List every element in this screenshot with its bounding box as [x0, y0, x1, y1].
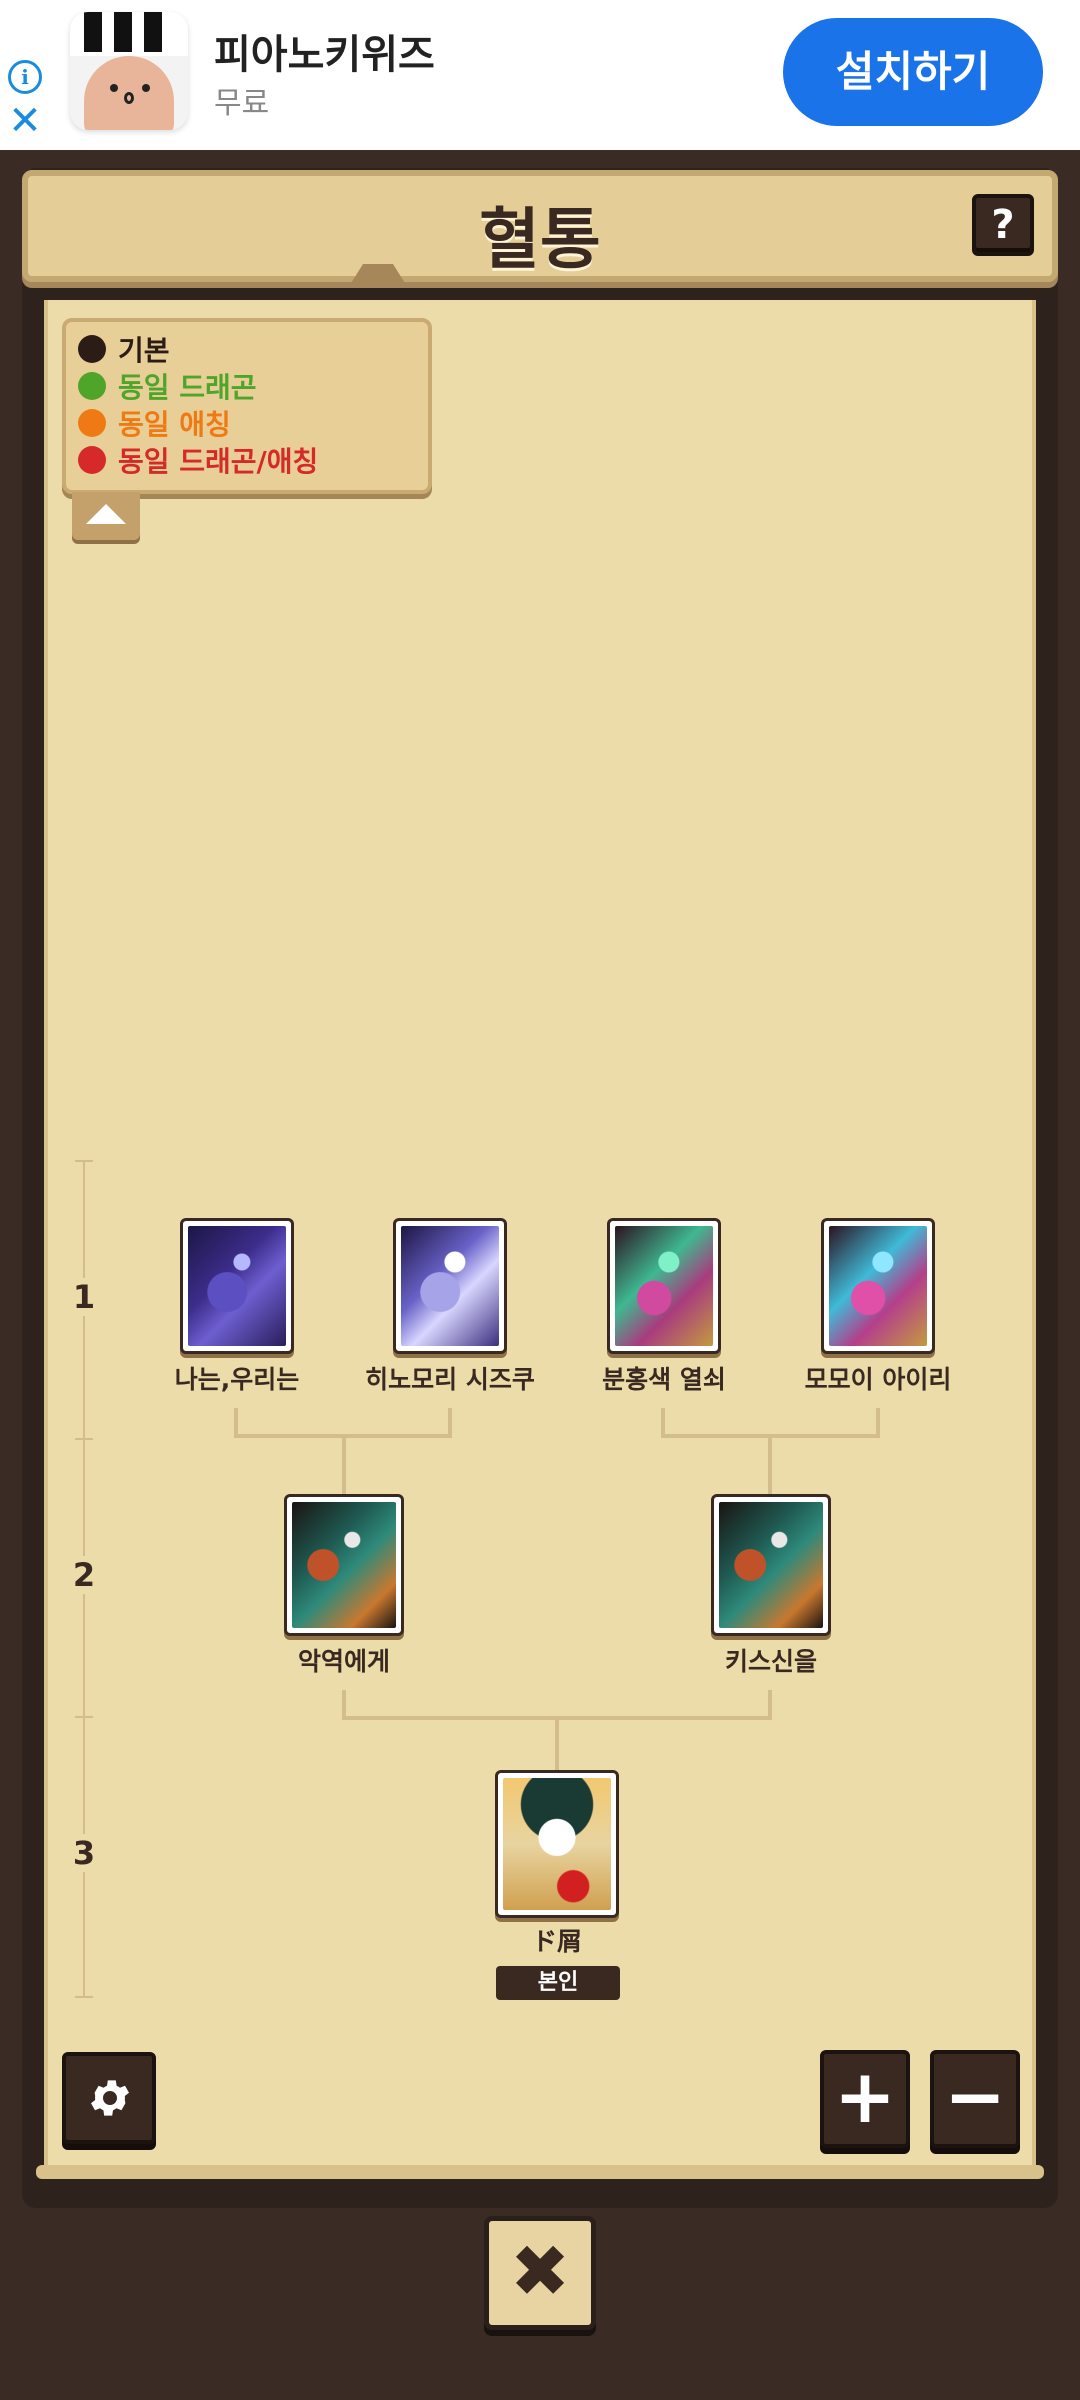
ruler-tick	[75, 1996, 93, 1998]
dragon-card-gen1-4[interactable]	[821, 1218, 935, 1354]
ruler-tick	[75, 1438, 93, 1440]
settings-button[interactable]	[62, 2052, 156, 2144]
dragon-card-self[interactable]	[495, 1770, 619, 1918]
legend-dot	[78, 371, 106, 400]
ad-install-button[interactable]: 설치하기	[783, 18, 1043, 126]
dragon-card-gen1-1[interactable]	[180, 1218, 294, 1354]
help-button[interactable]: ?	[972, 194, 1034, 256]
legend-item-same-dragon: 동일 드래곤	[78, 367, 416, 404]
dragon-name: 악역에게	[297, 1647, 390, 1676]
color-legend: 기본 동일 드래곤 동일 애칭 동일 드래곤/애칭	[62, 318, 432, 494]
dragon-portrait	[829, 1226, 927, 1346]
ad-banner[interactable]: i ✕ 피아노키위즈 무료 설치하기	[0, 0, 1080, 150]
ad-close-icon[interactable]: ✕	[8, 101, 42, 141]
tree-connector	[342, 1434, 346, 1494]
close-button[interactable]: ✖	[484, 2216, 596, 2330]
dragon-name: ド屑	[531, 1927, 582, 1956]
panel-header: 혈통 ?	[22, 170, 1058, 282]
dragon-portrait	[615, 1226, 713, 1346]
legend-label: 기본	[118, 333, 170, 367]
legend-label: 동일 드래곤/애칭	[118, 444, 319, 478]
chevron-up-icon	[86, 504, 126, 524]
legend-label: 동일 드래곤	[118, 370, 257, 404]
ad-info-icon[interactable]: i	[8, 60, 42, 94]
legend-item-basic: 기본	[78, 330, 416, 367]
gear-icon	[91, 2080, 129, 2116]
ruler-tick	[75, 1716, 93, 1718]
dragon-name: 히노모리 시즈쿠	[365, 1365, 535, 1394]
generation-label-2: 2	[66, 1556, 102, 1594]
legend-item-same-nickname: 동일 애칭	[78, 404, 416, 441]
zoom-in-button[interactable]: +	[820, 2050, 910, 2148]
dragon-portrait	[401, 1226, 499, 1346]
parchment-bottom-edge	[36, 2165, 1044, 2179]
legend-label: 동일 애칭	[118, 407, 231, 441]
generation-label-3: 3	[66, 1834, 102, 1872]
dragon-card-gen1-3[interactable]	[607, 1218, 721, 1354]
legend-dot	[78, 445, 106, 474]
ad-price: 무료	[214, 86, 270, 121]
legend-dot	[78, 334, 106, 363]
generation-label-1: 1	[66, 1278, 102, 1316]
dragon-portrait	[503, 1778, 611, 1910]
dragon-portrait	[188, 1226, 286, 1346]
legend-dot	[78, 408, 106, 437]
ad-app-name[interactable]: 피아노키위즈	[214, 22, 435, 80]
zoom-out-button[interactable]: −	[930, 2050, 1020, 2148]
legend-collapse-button[interactable]	[72, 492, 140, 540]
tree-connector	[768, 1434, 772, 1494]
tree-connector	[555, 1716, 559, 1772]
dragon-name: 나는,우리는	[174, 1365, 300, 1394]
ruler-tick	[75, 1160, 93, 1162]
self-badge: 본인	[496, 1966, 620, 2000]
dragon-card-gen2-2[interactable]	[711, 1494, 831, 1636]
dragon-card-gen2-1[interactable]	[284, 1494, 404, 1636]
dragon-portrait	[719, 1502, 823, 1628]
ad-app-logo[interactable]	[70, 12, 188, 130]
legend-item-same-dragon-nickname: 동일 드래곤/애칭	[78, 441, 416, 478]
dragon-name: 분홍색 열쇠	[602, 1365, 726, 1394]
dragon-card-gen1-2[interactable]	[393, 1218, 507, 1354]
page-title: 혈통	[479, 201, 601, 278]
dragon-name: 키스신을	[724, 1647, 817, 1676]
dragon-portrait	[292, 1502, 396, 1628]
dragon-name: 모모이 아이리	[804, 1365, 952, 1394]
